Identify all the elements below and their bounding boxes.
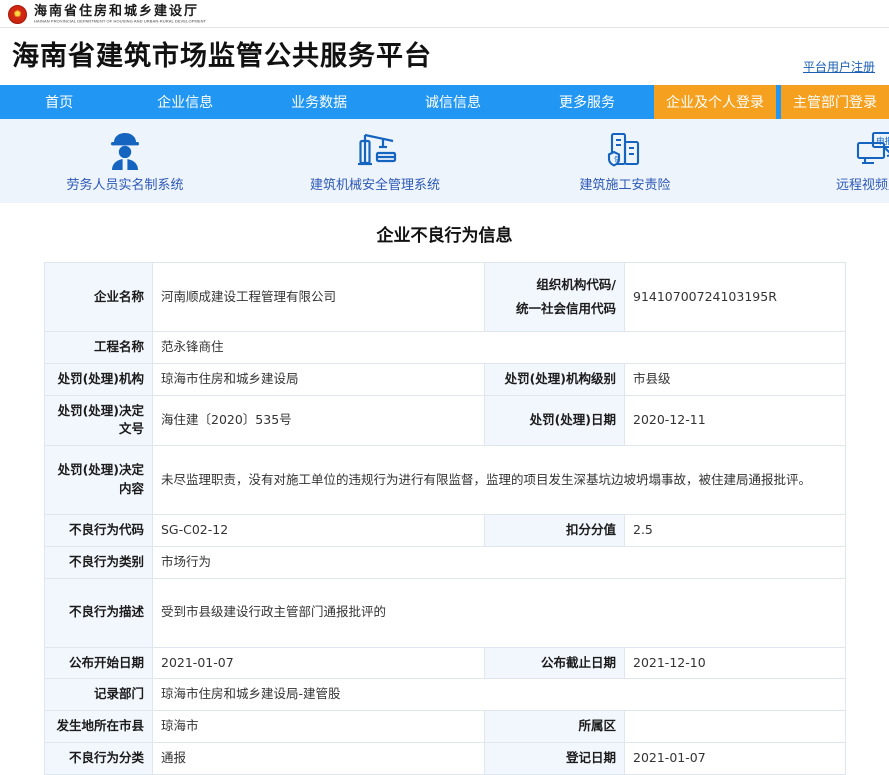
row-value-register-date: 2021-01-07 [624,741,846,775]
row-value-behavior-category: 市场行为 [152,545,846,579]
bad-behavior-detail-table: 企业名称 河南顺成建设工程管理有限公司 组织机构代码/ 统一社会信用代码 914… [44,262,846,775]
declare-badge-text: 申报 [876,136,889,147]
nav-item-business-data[interactable]: 业务数据 [252,85,386,119]
row-value-decision-number: 海住建〔2020〕535号 [152,394,485,446]
row-label-publish-start: 公布开始日期 [44,646,153,680]
table-row: 工程名称 范永锋商住 [44,331,846,364]
table-row: 处罚(处理)机构 琼海市住房和城乡建设局 处罚(处理)机构级别 市县级 [44,362,846,396]
row-value-punish-agency: 琼海市住房和城乡建设局 [152,362,485,396]
row-value-location-city: 琼海市 [152,710,485,743]
table-row: 处罚(处理)决定内容 未尽监理职责，没有对施工单位的违规行为进行有限监督，监理的… [44,445,846,515]
quick-link-label: 劳务人员实名制系统 [66,178,184,193]
credit-code-label-line2: 统一社会信用代码 [515,301,616,316]
row-label-publish-end: 公布截止日期 [484,646,625,680]
building-shield-icon: 保 [500,128,750,172]
nav-item-enterprise-info[interactable]: 企业信息 [118,85,252,119]
brand-text: 海南省住房和城乡建设厅 HAINAN PROVINCIAL DEPARTMENT… [34,5,206,24]
table-row: 发生地所在市县 琼海市 所属区 [44,710,846,743]
row-value-behavior-code: SG-C02-12 [152,514,485,547]
quick-link-labor-realname[interactable]: 劳务人员实名制系统 [0,119,250,193]
worker-helmet-icon [0,128,250,172]
title-bar: 海南省建筑市场监管公共服务平台 平台用户注册 [0,28,889,85]
main-nav: 首页 企业信息 业务数据 诚信信息 更多服务 企业及个人登录 主管部门登录 [0,85,889,119]
table-row: 不良行为类别 市场行为 [44,545,846,579]
nav-item-more-services[interactable]: 更多服务 [520,85,654,119]
row-value-decision-content: 未尽监理职责，没有对施工单位的违规行为进行有限监督，监理的项目发生深基坑边坡坍塌… [152,445,846,515]
row-label-behavior-class: 不良行为分类 [44,741,153,775]
detail-table-wrap: 企业名称 河南顺成建设工程管理有限公司 组织机构代码/ 统一社会信用代码 914… [0,262,889,775]
row-label-enterprise-name: 企业名称 [44,262,153,332]
quick-link-label: 建筑施工安责险 [579,178,671,193]
row-value-deduction-score: 2.5 [624,514,846,547]
svg-text:保: 保 [614,154,621,163]
row-label-punish-date: 处罚(处理)日期 [484,394,625,446]
row-label-record-department: 记录部门 [44,678,153,711]
nav-item-home[interactable]: 首页 [0,85,118,119]
brand-name-cn: 海南省住房和城乡建设厅 [34,3,200,19]
row-label-deduction-score: 扣分分值 [484,514,625,547]
row-label-decision-content: 处罚(处理)决定内容 [44,445,153,515]
row-value-publish-end: 2021-12-10 [624,646,846,680]
row-label-behavior-code: 不良行为代码 [44,514,153,547]
row-label-decision-number: 处罚(处理)决定文号 [44,394,153,446]
tower-crane-icon [250,128,500,172]
quick-links-bar: 劳务人员实名制系统 建筑机械安全管理系统 保 建筑施工安责险 申报 远程视频 [0,119,889,203]
credit-code-label-line1: 组织机构代码/ [536,277,616,293]
national-emblem-icon [8,4,27,24]
monitor-declare-icon: 申报 [750,128,889,172]
row-label-credit-code: 组织机构代码/ 统一社会信用代码 [484,262,625,332]
row-value-district [624,710,846,743]
row-value-credit-code: 91410700724103195R [624,262,846,332]
table-row: 不良行为代码 SG-C02-12 扣分分值 2.5 [44,514,846,547]
row-label-project-name: 工程名称 [44,331,153,364]
row-label-behavior-category: 不良行为类别 [44,545,153,579]
row-value-punish-date: 2020-12-11 [624,394,846,446]
brand-bar: 海南省住房和城乡建设厅 HAINAN PROVINCIAL DEPARTMENT… [0,0,889,28]
row-value-behavior-description: 受到市县级建设行政主管部门通报批评的 [152,577,846,648]
table-row: 企业名称 河南顺成建设工程管理有限公司 组织机构代码/ 统一社会信用代码 914… [44,262,846,332]
content-heading: 企业不良行为信息 [0,203,889,262]
brand-name-en: HAINAN PROVINCIAL DEPARTMENT OF HOUSING … [34,18,207,24]
quick-link-remote-video[interactable]: 申报 远程视频监控 [750,119,889,193]
row-value-enterprise-name: 河南顺成建设工程管理有限公司 [152,262,485,332]
row-label-punish-agency: 处罚(处理)机构 [44,362,153,396]
row-label-district: 所属区 [484,710,625,743]
table-row: 处罚(处理)决定文号 海住建〔2020〕535号 处罚(处理)日期 2020-1… [44,394,846,446]
row-value-agency-level: 市县级 [624,362,846,396]
quick-link-machinery-safety[interactable]: 建筑机械安全管理系统 [250,119,500,193]
register-link[interactable]: 平台用户注册 [803,58,875,75]
nav-item-credit-info[interactable]: 诚信信息 [386,85,520,119]
quick-link-label: 远程视频监控 [835,178,889,193]
page-title: 海南省建筑市场监管公共服务平台 [12,41,432,72]
row-value-behavior-class: 通报 [152,741,485,775]
row-label-register-date: 登记日期 [484,741,625,775]
row-label-agency-level: 处罚(处理)机构级别 [484,362,625,396]
page-root: 海南省住房和城乡建设厅 HAINAN PROVINCIAL DEPARTMENT… [0,0,889,775]
table-row: 不良行为描述 受到市县级建设行政主管部门通报批评的 [44,577,846,648]
row-value-record-department: 琼海市住房和城乡建设局-建管股 [152,678,846,711]
enterprise-login-button[interactable]: 企业及个人登录 [653,85,776,119]
row-label-behavior-description: 不良行为描述 [44,577,153,648]
table-row: 公布开始日期 2021-01-07 公布截止日期 2021-12-10 [44,646,846,680]
quick-link-label: 建筑机械安全管理系统 [309,178,440,193]
row-value-project-name: 范永锋商住 [152,331,846,364]
table-row: 记录部门 琼海市住房和城乡建设局-建管股 [44,678,846,711]
table-row: 不良行为分类 通报 登记日期 2021-01-07 [44,741,846,775]
row-label-location-city: 发生地所在市县 [44,710,153,743]
row-value-publish-start: 2021-01-07 [152,646,485,680]
authority-login-button[interactable]: 主管部门登录 [780,85,889,119]
quick-link-safety-insurance[interactable]: 保 建筑施工安责险 [500,119,750,193]
